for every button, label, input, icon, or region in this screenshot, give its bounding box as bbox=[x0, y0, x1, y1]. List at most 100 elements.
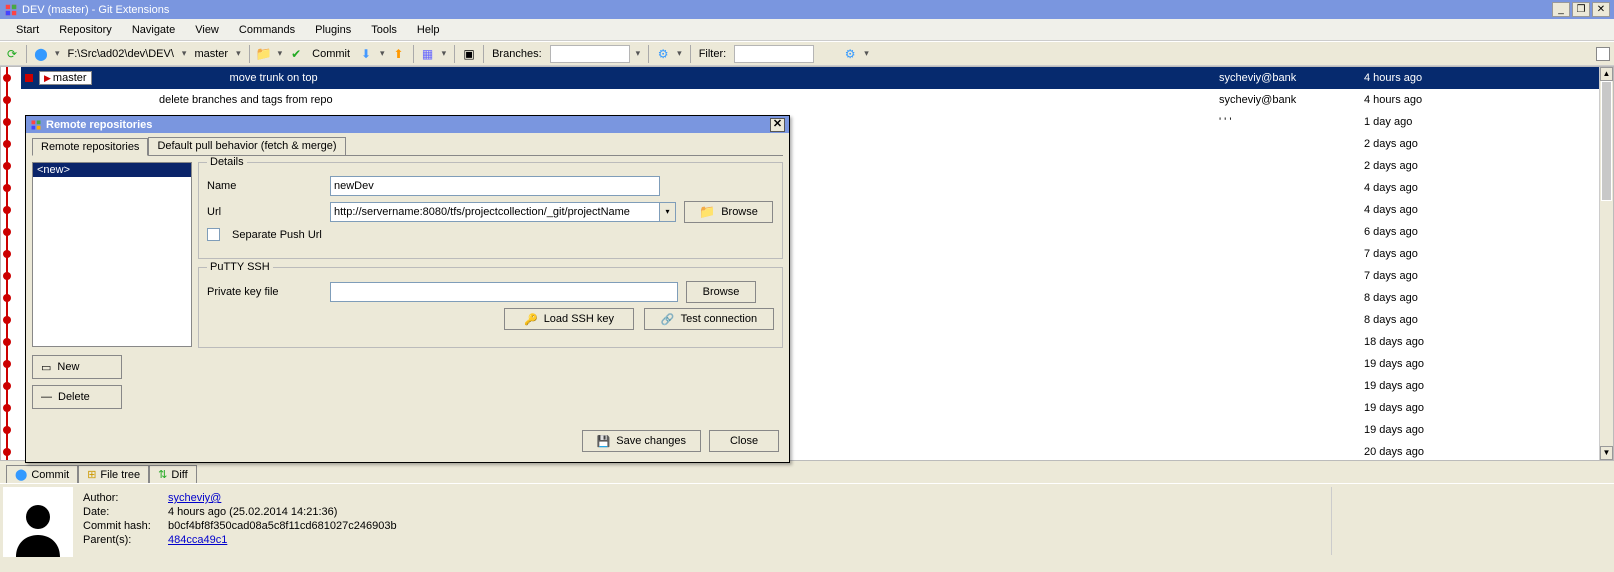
document-icon: ▭ bbox=[41, 361, 51, 374]
private-key-input[interactable] bbox=[330, 282, 678, 302]
separator bbox=[648, 45, 649, 63]
date-label: Date: bbox=[83, 505, 168, 519]
tab-diff[interactable]: ⇅ Diff bbox=[149, 465, 197, 483]
dropdown-icon[interactable]: ▾ bbox=[634, 48, 643, 59]
key-icon: 🔑 bbox=[524, 313, 538, 326]
tree-icon: ⊞ bbox=[87, 468, 96, 481]
current-marker bbox=[25, 74, 33, 82]
commit-age: 20 days ago bbox=[1364, 446, 1544, 458]
toolbar: ⟳ ⬤ ▾ F:\Src\ad02\dev\DEV\ ▾ master ▾ 📁 … bbox=[0, 41, 1614, 66]
commit-button[interactable]: Commit bbox=[308, 46, 354, 62]
dropdown-icon[interactable]: ▾ bbox=[180, 48, 189, 59]
separator bbox=[690, 45, 691, 63]
remotes-listbox[interactable]: <new> bbox=[32, 162, 192, 347]
new-remote-button[interactable]: ▭ New bbox=[32, 355, 122, 379]
commit-author: sycheviy@bank bbox=[1219, 94, 1364, 106]
tab-commit[interactable]: ⬤ Commit bbox=[6, 465, 78, 483]
name-label: Name bbox=[207, 180, 322, 192]
graph-node bbox=[3, 426, 11, 434]
parent-link[interactable]: 484cca49c1 bbox=[168, 534, 227, 546]
dropdown-icon[interactable]: ▾ bbox=[440, 48, 449, 59]
commit-age: 2 days ago bbox=[1364, 138, 1544, 150]
list-item[interactable]: <new> bbox=[33, 163, 191, 177]
branch-name[interactable]: master bbox=[192, 48, 230, 60]
commit-age: 7 days ago bbox=[1364, 270, 1544, 282]
graph-node bbox=[3, 74, 11, 82]
graph-node bbox=[3, 316, 11, 324]
save-changes-button[interactable]: 💾 Save changes bbox=[582, 430, 701, 452]
commit-row[interactable]: delete branches and tags from reposychev… bbox=[21, 89, 1599, 111]
gear-icon[interactable]: ⚙ bbox=[842, 46, 858, 62]
scroll-up-icon[interactable]: ▲ bbox=[1600, 67, 1613, 81]
url-dropdown-button[interactable]: ▾ bbox=[660, 202, 676, 222]
terminal-icon[interactable]: ▣ bbox=[461, 46, 477, 62]
tab-remote-repositories[interactable]: Remote repositories bbox=[32, 138, 148, 156]
author-link[interactable]: sycheviy@ bbox=[168, 492, 221, 504]
dropdown-icon[interactable]: ▾ bbox=[276, 48, 285, 59]
ref-label[interactable]: ▶master bbox=[39, 71, 92, 85]
browse-key-button[interactable]: Browse bbox=[686, 281, 756, 303]
repo-path[interactable]: F:\Src\ad02\dev\DEV\ bbox=[66, 48, 176, 60]
tab-default-pull-behavior[interactable]: Default pull behavior (fetch & merge) bbox=[148, 137, 345, 155]
dropdown-icon[interactable]: ▾ bbox=[234, 48, 243, 59]
globe-icon[interactable]: ⬤ bbox=[33, 46, 49, 62]
menu-navigate[interactable]: Navigate bbox=[122, 21, 185, 39]
dropdown-icon[interactable]: ▾ bbox=[53, 48, 62, 59]
refresh-icon[interactable]: ⟳ bbox=[4, 46, 20, 62]
menu-help[interactable]: Help bbox=[407, 21, 450, 39]
dropdown-icon[interactable]: ▾ bbox=[862, 48, 871, 59]
tab-file-tree[interactable]: ⊞ File tree bbox=[78, 465, 149, 483]
delete-remote-button[interactable]: — Delete bbox=[32, 385, 122, 409]
minus-icon: — bbox=[41, 391, 52, 403]
browse-url-button[interactable]: 📁 Browse bbox=[684, 201, 773, 223]
arrow-up-icon[interactable]: ⬆ bbox=[391, 46, 407, 62]
menu-start[interactable]: Start bbox=[6, 21, 49, 39]
arrow-down-icon[interactable]: ⬇ bbox=[358, 46, 374, 62]
load-ssh-button[interactable]: 🔑 Load SSH key bbox=[504, 308, 634, 330]
folder-icon[interactable]: 📁 bbox=[256, 46, 272, 62]
separate-push-checkbox[interactable] bbox=[207, 228, 220, 241]
menu-plugins[interactable]: Plugins bbox=[305, 21, 361, 39]
commit-ok-icon: ✔ bbox=[288, 46, 304, 62]
branches-filter[interactable] bbox=[550, 45, 630, 63]
dropdown-icon[interactable]: ▾ bbox=[378, 48, 387, 59]
commit-author: sycheviy@bank bbox=[1219, 72, 1364, 84]
grip-icon[interactable] bbox=[1596, 47, 1610, 61]
graph-node bbox=[3, 272, 11, 280]
minimize-button[interactable]: _ bbox=[1552, 2, 1570, 17]
scroll-thumb[interactable] bbox=[1601, 81, 1612, 201]
details-fieldset: Details Name Url ▾ 📁 Browse bbox=[198, 162, 783, 259]
filter-label: Filter: bbox=[697, 48, 729, 60]
avatar bbox=[3, 487, 73, 557]
test-connection-button[interactable]: 🔗 Test connection bbox=[644, 308, 774, 330]
remote-url-input[interactable] bbox=[330, 202, 660, 222]
menu-view[interactable]: View bbox=[185, 21, 229, 39]
menu-repository[interactable]: Repository bbox=[49, 21, 122, 39]
graph-column bbox=[1, 67, 21, 460]
vertical-scrollbar[interactable]: ▲ ▼ bbox=[1599, 67, 1613, 460]
menu-tools[interactable]: Tools bbox=[361, 21, 407, 39]
dropdown-icon[interactable]: ▾ bbox=[675, 48, 684, 59]
maximize-button[interactable]: ❐ bbox=[1572, 2, 1590, 17]
gear-icon[interactable]: ⚙ bbox=[655, 46, 671, 62]
close-dialog-button[interactable]: Close bbox=[709, 430, 779, 452]
stash-icon[interactable]: ▦ bbox=[420, 46, 436, 62]
close-button[interactable]: ✕ bbox=[1592, 2, 1610, 17]
window-title: DEV (master) - Git Extensions bbox=[22, 4, 169, 16]
separator bbox=[26, 45, 27, 63]
hash-value: b0cf4bf8f350cad08a5c8f11cd681027c246903b bbox=[168, 520, 397, 532]
dialog-close-button[interactable]: ✕ bbox=[770, 118, 785, 132]
remote-name-input[interactable] bbox=[330, 176, 660, 196]
graph-node bbox=[3, 206, 11, 214]
commit-age: 7 days ago bbox=[1364, 248, 1544, 260]
menu-commands[interactable]: Commands bbox=[229, 21, 305, 39]
commit-row[interactable]: ▶mastermove trunk on topsycheviy@bank4 h… bbox=[21, 67, 1599, 89]
text-filter[interactable] bbox=[734, 45, 814, 63]
branch-icon: ▶ bbox=[44, 73, 51, 84]
graph-node bbox=[3, 184, 11, 192]
bottom-tabs: ⬤ Commit ⊞ File tree ⇅ Diff bbox=[0, 461, 1614, 483]
scroll-down-icon[interactable]: ▼ bbox=[1600, 446, 1613, 460]
parent-label: Parent(s): bbox=[83, 533, 168, 547]
link-icon: 🔗 bbox=[661, 313, 675, 326]
commit-author: ' ' ' bbox=[1219, 116, 1364, 128]
